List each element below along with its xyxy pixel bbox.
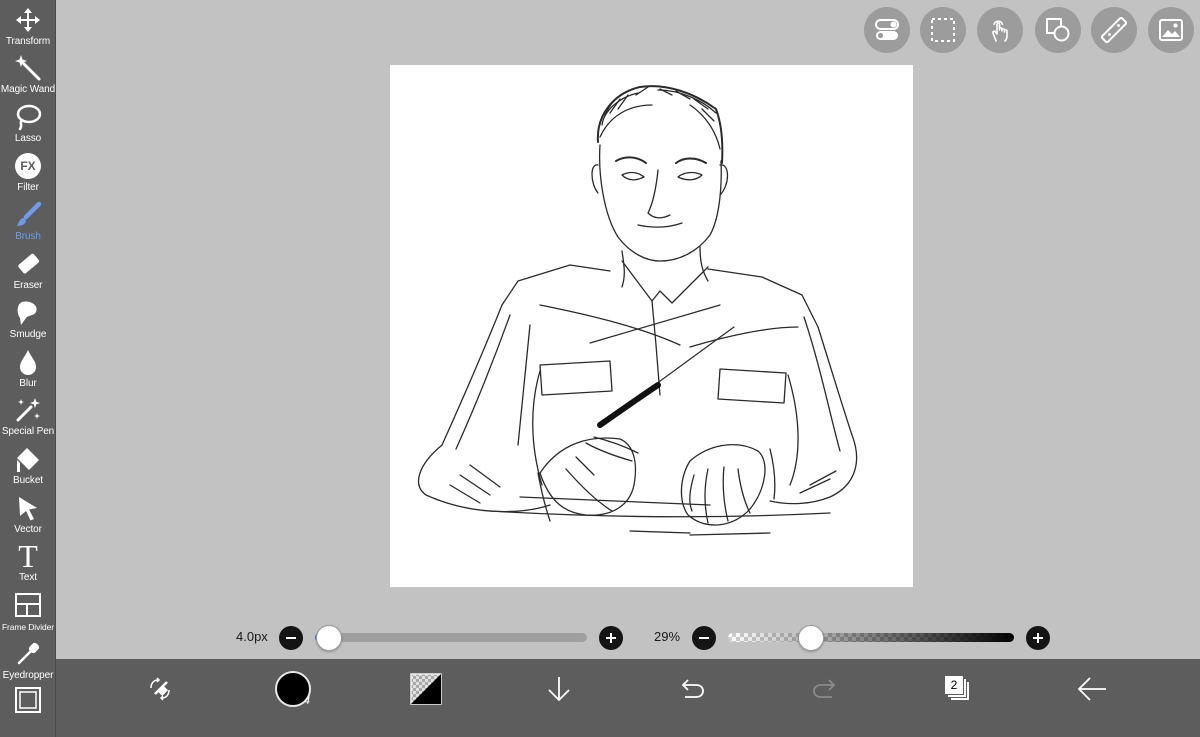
undo-icon [681, 679, 704, 698]
tool-magic-wand[interactable]: Magic Wand [0, 52, 56, 101]
eyedropper-icon [17, 642, 40, 665]
tool-label: Filter [17, 182, 39, 193]
brush-size-thumb[interactable] [315, 625, 342, 651]
material-button[interactable] [1148, 7, 1194, 53]
ruler-icon [1101, 17, 1127, 43]
layers-count: 2 [950, 678, 958, 692]
save-down-arrow-icon [548, 677, 570, 702]
sparkle-pen-icon [16, 398, 40, 422]
plus-icon [606, 633, 616, 643]
redo-icon [813, 679, 836, 698]
tool-label: Eraser [13, 280, 43, 291]
tool-smudge[interactable]: Smudge [0, 297, 55, 346]
fx-icon: FX [15, 153, 41, 179]
layers-icon: 2 [944, 675, 972, 703]
minus-icon [286, 637, 296, 639]
tool-label: Brush [15, 231, 41, 242]
opacity-value: 29% [654, 629, 681, 644]
fx-icon-text: FX [20, 159, 36, 173]
tool-panel: Transform Magic Wand Lasso FX Filter Bru… [0, 0, 56, 737]
tool-canvas[interactable] [0, 684, 55, 733]
tool-label: Special Pen [1, 426, 55, 437]
tool-eraser[interactable]: Eraser [0, 248, 55, 297]
opacity-thumb[interactable] [797, 625, 824, 651]
bucket-icon [17, 448, 39, 472]
tool-frame-divider[interactable]: Frame Divider [0, 589, 55, 638]
lasso-icon [16, 104, 42, 131]
sketch-artwork [417, 85, 858, 536]
toggle-icon [875, 19, 899, 40]
tool-label: Magic Wand [0, 84, 56, 95]
selection-icon [931, 18, 955, 42]
bottom-toolbar: 4 2 [56, 659, 1200, 737]
quick-menu-button[interactable] [138, 669, 182, 709]
brush-size-decrease-button[interactable] [279, 626, 303, 650]
brush-size-value: 4.0px [236, 629, 268, 644]
ruler-button[interactable] [1091, 7, 1137, 53]
back-button[interactable] [1070, 669, 1114, 709]
brush-size-increase-button[interactable] [599, 626, 623, 650]
redo-button[interactable] [803, 669, 847, 709]
tool-lasso[interactable]: Lasso [0, 101, 55, 150]
quick-menu-icon [150, 677, 170, 701]
layers-button[interactable]: 2 [936, 669, 980, 709]
tool-text[interactable]: T Text [0, 538, 55, 589]
drawing-canvas[interactable] [390, 65, 913, 587]
tool-special-pen[interactable]: Special Pen [0, 394, 55, 443]
tool-label: Bucket [13, 475, 43, 486]
eraser-icon [18, 253, 40, 274]
frame-divider-icon [15, 593, 41, 617]
tool-label: Lasso [14, 133, 42, 144]
shapes-icon [1046, 18, 1070, 42]
plus-icon [1033, 633, 1043, 643]
fill-pattern-button[interactable] [404, 669, 448, 709]
brush-size-slider[interactable] [315, 633, 587, 642]
tool-transform[interactable]: Transform [0, 4, 55, 53]
fill-pattern-icon [410, 673, 442, 705]
minus-icon [699, 637, 709, 639]
selection-button[interactable] [920, 7, 966, 53]
tool-vector[interactable]: Vector [0, 492, 55, 541]
color-badge: 4 [303, 695, 310, 707]
tool-label: Smudge [9, 329, 47, 340]
save-button[interactable] [537, 669, 581, 709]
tool-label: Text [19, 572, 37, 583]
tool-label: Transform [5, 36, 51, 47]
opacity-decrease-button[interactable] [692, 626, 716, 650]
color-swatch-icon: 4 [275, 671, 311, 707]
back-arrow-icon [1077, 677, 1106, 701]
toggle-settings-button[interactable] [864, 7, 910, 53]
brush-icon [17, 201, 42, 226]
touch-icon [992, 20, 1008, 42]
magic-wand-icon [15, 55, 41, 81]
smudge-icon [17, 301, 37, 325]
color-picker-button[interactable]: 4 [271, 669, 315, 709]
move-arrows-icon [16, 8, 40, 32]
touch-button[interactable] [977, 7, 1023, 53]
tool-filter[interactable]: FX Filter [0, 150, 55, 199]
material-image-icon [1159, 19, 1183, 41]
opacity-increase-button[interactable] [1026, 626, 1050, 650]
tool-label: Blur [19, 378, 37, 389]
tool-blur[interactable]: Blur [0, 346, 55, 395]
tool-label: Frame Divider [1, 622, 55, 632]
opacity-slider[interactable] [728, 633, 1014, 642]
undo-button[interactable] [670, 669, 714, 709]
tool-bucket[interactable]: Bucket [0, 443, 55, 492]
tool-brush[interactable]: Brush [0, 199, 55, 248]
shapes-button[interactable] [1035, 7, 1081, 53]
tool-label: Eyedropper [2, 670, 54, 681]
text-t-icon: T [18, 538, 38, 574]
canvas-frame-icon [15, 687, 41, 713]
tool-label: Vector [14, 524, 42, 535]
droplet-icon [20, 350, 36, 375]
tool-eyedropper[interactable]: Eyedropper [0, 638, 55, 687]
cursor-arrow-icon [19, 497, 37, 521]
